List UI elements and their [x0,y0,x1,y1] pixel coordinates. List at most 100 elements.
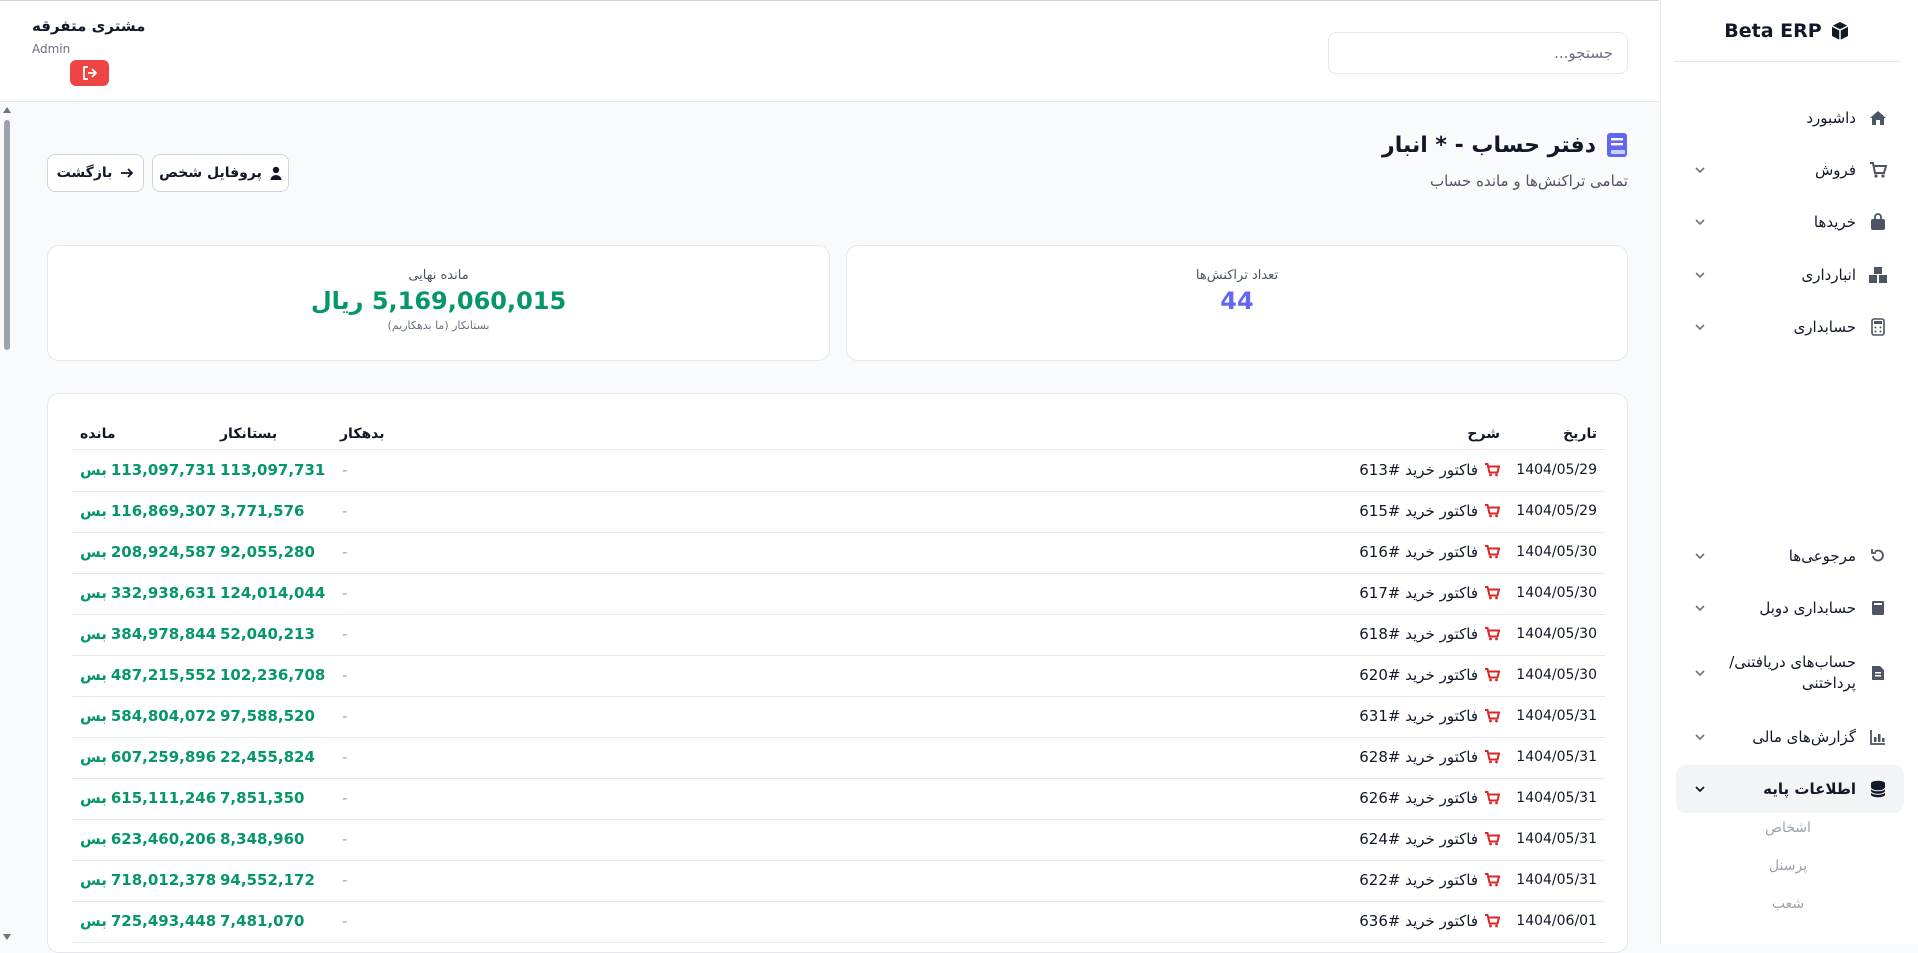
user-role: Admin [32,42,71,56]
table-row[interactable]: 1404/05/31 فاکتور خرید #624 - 8,348,960 623,… [72,820,1605,861]
cell-balance-value: 584,804,072 [110,707,217,725]
table-row[interactable]: 1404/05/30 فاکتور خرید #616 - 92,055,280 208… [72,533,1605,574]
cell-date: 1404/05/29 [1516,503,1597,519]
sidebar-item-returns[interactable]: مرجوعی‌ها [1676,532,1904,580]
cell-balance-value: 116,869,307 [110,502,217,520]
table-row[interactable]: 1404/05/31 فاکتور خرید #628 - 22,455,824 607… [72,738,1605,779]
cart-icon [1484,709,1500,723]
sidebar-item-sales[interactable]: فروش [1676,146,1904,194]
cell-description[interactable]: فاکتور خرید #628 [1359,748,1500,766]
cell-balance-type: بس [80,666,107,684]
cell-date: 1404/05/30 [1516,667,1597,683]
sidebar-subitem-persons[interactable]: اشخاص [1728,820,1848,836]
cell-balance: 208,924,587 بس [80,543,216,561]
user-name: مشتری متفرقه [32,17,146,35]
cell-credit: 94,552,172 [220,871,315,889]
home-icon [1864,109,1892,127]
sidebar-item-financial-reports[interactable]: گزارش‌های مالی [1676,713,1904,761]
cell-description[interactable]: فاکتور خرید #626 [1359,789,1500,807]
table-row[interactable]: 1404/05/30 فاکتور خرید #618 - 52,040,213 384… [72,615,1605,656]
cell-description[interactable]: فاکتور خرید #615 [1359,502,1500,520]
cell-balance-value: 623,460,206 [110,830,217,848]
table-row[interactable]: 1404/05/31 فاکتور خرید #622 - 94,552,172 718… [72,861,1605,902]
cell-balance-value: 615,111,246 [110,789,217,807]
cell-description[interactable]: فاکتور خرید #613 [1359,461,1500,479]
cell-description[interactable]: فاکتور خرید #616 [1359,543,1500,561]
scroll-up-icon[interactable] [3,107,11,113]
cell-description-text: فاکتور خرید #622 [1359,871,1478,889]
table-row[interactable]: 1404/05/30 فاکتور خرید #620 -102,236,708 48… [72,656,1605,697]
chevron-down-icon [1690,269,1710,281]
sidebar-item-accounting[interactable]: حسابداری [1676,303,1904,351]
page-scrollbar[interactable] [0,103,14,944]
cell-description[interactable]: فاکتور خرید #624 [1359,830,1500,848]
cart-icon [1484,668,1500,682]
page-subtitle: تمامی تراکنش‌ها و مانده حساب [1429,172,1628,190]
cell-balance-value: 332,938,631 [110,584,217,602]
cell-balance-type: بس [80,830,107,848]
column-header-description: شرح [1467,426,1500,442]
cell-description-text: فاکتور خرید #616 [1359,543,1478,561]
cell-credit: 92,055,280 [220,543,315,561]
cell-description[interactable]: فاکتور خرید #622 [1359,871,1500,889]
cell-description-text: فاکتور خرید #626 [1359,789,1478,807]
sidebar-item-receivables-payables[interactable]: حساب‌های دریافتنی/پرداختنی [1676,648,1904,698]
sidebar-subitem-personnel[interactable]: پرسنل [1728,858,1848,874]
cell-balance-type: بس [80,461,107,479]
cell-description[interactable]: فاکتور خرید #631 [1359,707,1500,725]
cell-description[interactable]: فاکتور خرید #617 [1359,584,1500,602]
cell-balance-type: بس [80,543,107,561]
cell-balance-type: بس [80,871,107,889]
cell-date: 1404/05/29 [1516,462,1597,478]
ledger-table: تاریخ شرح بدهکار بستانکار مانده 1404/05/… [47,393,1628,953]
cell-description[interactable]: فاکتور خرید #618 [1359,625,1500,643]
table-row[interactable]: 1404/05/31 فاکتور خرید #626 - 7,851,350 615,… [72,779,1605,820]
cell-credit: 8,348,960 [220,830,305,848]
sidebar-subitem-branches[interactable]: شعب [1728,896,1848,912]
top-header: مشتری متفرقه Admin [0,0,1659,102]
cell-debit: - [342,748,348,766]
cell-description-text: فاکتور خرید #628 [1359,748,1478,766]
cell-date: 1404/05/30 [1516,626,1597,642]
sidebar-item-base-info[interactable]: اطلاعات پایه [1676,765,1904,813]
scrollbar-thumb[interactable] [4,120,10,350]
cell-credit: 124,014,044 [220,584,326,602]
user-icon [270,166,282,180]
brand[interactable]: Beta ERP [1674,0,1900,62]
table-row[interactable]: 1404/05/30 فاکتور خرید #617 -124,014,044 33… [72,574,1605,615]
table-row[interactable]: 1404/05/29 فاکتور خرید #615 - 3,771,576 116,… [72,492,1605,533]
sidebar-item-dashboard[interactable]: داشبورد [1676,94,1904,142]
sidebar-item-double-entry[interactable]: حسابداری دوبل [1676,584,1904,632]
search-input[interactable] [1328,32,1628,74]
cell-balance-value: 718,012,378 [110,871,217,889]
table-row[interactable]: 1404/06/01 فاکتور خرید #636 - 7,481,070 725,… [72,902,1605,943]
cell-balance: 584,804,072 بس [80,707,216,725]
cart-icon [1484,832,1500,846]
transaction-count-card: تعداد تراکنش‌ها 44 [846,245,1628,361]
cell-credit: 3,771,576 [220,502,305,520]
chevron-down-icon [1690,164,1710,176]
sidebar-item-label: مرجوعی‌ها [1788,546,1856,565]
back-button[interactable]: بازگشت [47,154,144,192]
logout-button[interactable] [70,60,109,86]
cell-description[interactable]: فاکتور خرید #620 [1359,666,1500,684]
cell-description[interactable]: فاکتور خرید #636 [1359,912,1500,930]
chevron-down-icon [1690,731,1710,743]
cell-balance-type: بس [80,748,107,766]
cell-credit: 97,588,520 [220,707,315,725]
database-icon [1864,780,1892,798]
sidebar-item-label: حساب‌های دریافتنی/پرداختنی [1729,653,1856,692]
cell-balance: 384,978,844 بس [80,625,216,643]
cell-credit: 102,236,708 [220,666,326,684]
scroll-down-icon[interactable] [3,934,11,940]
person-profile-button[interactable]: پروفایل شخص [152,154,289,192]
sidebar-item-label: حسابداری [1793,317,1856,336]
cell-debit: - [342,625,348,643]
table-row[interactable]: 1404/05/29 فاکتور خرید #613-113,097,731 11… [72,451,1605,492]
table-row[interactable]: 1404/05/31 فاکتور خرید #631 - 97,588,520 584… [72,697,1605,738]
cell-credit: 7,481,070 [220,912,305,930]
invoice-icon [1864,665,1892,681]
sidebar-item-purchases[interactable]: خریدها [1676,198,1904,246]
sidebar-item-inventory[interactable]: انبارداری [1676,251,1904,299]
cell-credit: 22,455,824 [220,748,315,766]
